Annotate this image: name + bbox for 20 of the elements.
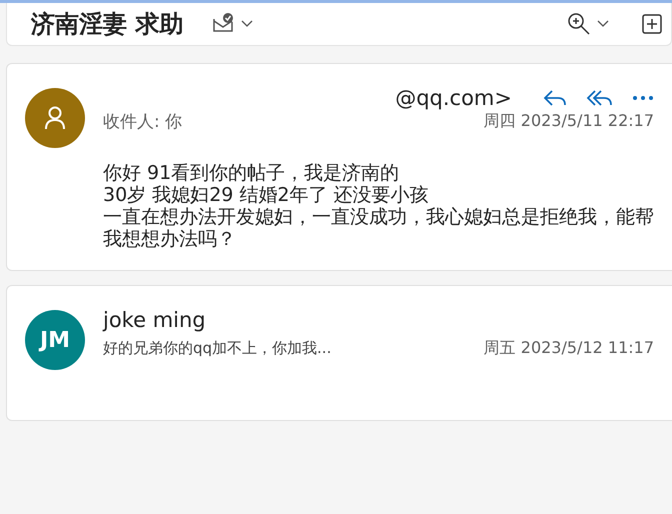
person-icon [44,106,66,130]
sender-name: joke ming [103,308,206,332]
recipient-line: 收件人: 你 [103,111,182,133]
chevron-down-icon[interactable] [597,20,609,28]
body-text: 一直在想办法开发媳妇，一直没成功，我心媳妇总是拒绝我，能帮我想想办法吗？ [103,206,654,250]
chevron-down-icon[interactable] [241,20,254,28]
body-text: 你好 91看到你的帖子，我是济南的 [103,162,400,184]
message-date: 周五 2023/5/12 11:17 [484,338,654,359]
message-preview: 好的兄弟你的qq加不上，你加我... [103,339,332,358]
message-card[interactable]: JM joke ming 好的兄弟你的qq加不上，你加我... 周五 2023/5/12 11:17 [6,285,672,421]
sender-name: @qq.com> [395,86,512,110]
avatar: JM [25,310,85,370]
email-subject: 济南淫妻 求助 [31,9,184,40]
envelope-check-icon[interactable] [211,13,236,35]
body-text: 30岁 我媳妇29 结婚2年了 还没要小孩 [103,184,430,206]
zoom-in-icon[interactable] [567,12,591,36]
message-card[interactable]: @qq.com> 收件人: 你 周四 2023/5/11 22:17 你好 91看到你的帖子，我是济南的 30岁 我媳妇29 结婚2年了 还没要小孩 一直在想办法开发媳妇，一直没成功，我心媳妇总是拒绝我，能帮我想想办法吗？ [6,63,672,271]
message-date: 周四 2023/5/11 22:17 [484,111,654,132]
more-icon[interactable] [632,94,654,102]
add-window-icon[interactable] [641,13,663,35]
